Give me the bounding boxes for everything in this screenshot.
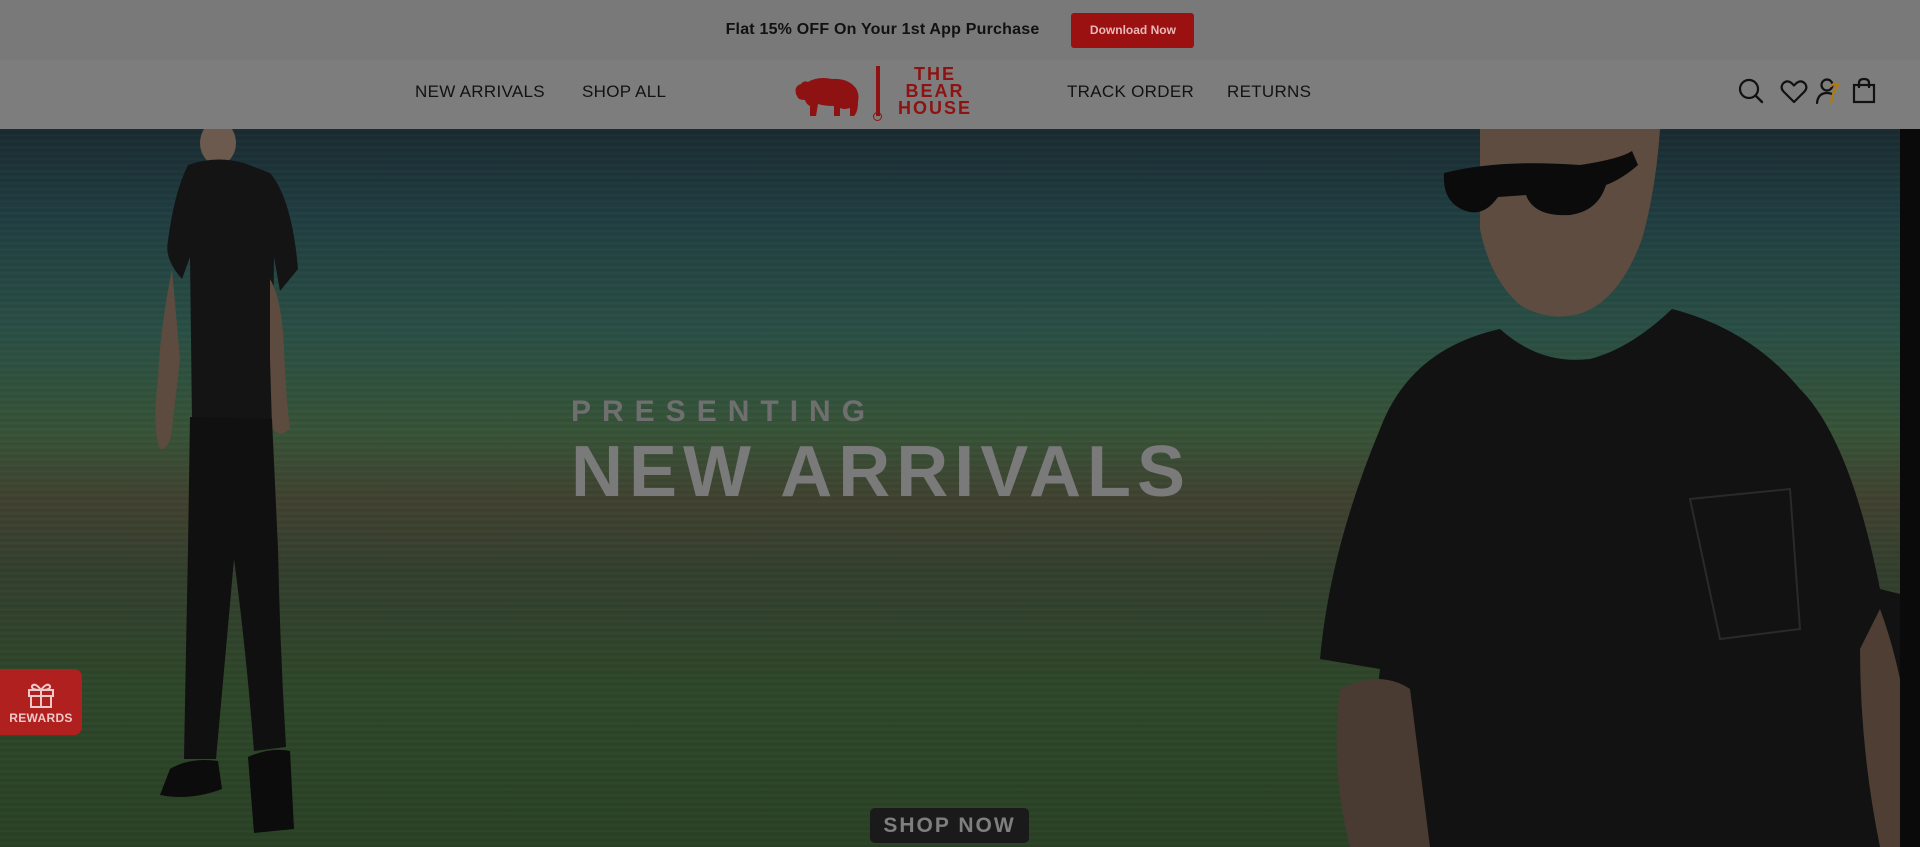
- hero-right-edge: [1900, 129, 1920, 847]
- hero-headline: NEW ARRIVALS: [571, 432, 1191, 512]
- rewards-widget[interactable]: REWARDS: [0, 669, 82, 735]
- nav-link-returns[interactable]: RETURNS: [1227, 82, 1311, 102]
- nav-link-shop-all[interactable]: SHOP ALL: [582, 82, 666, 102]
- download-now-button[interactable]: Download Now: [1071, 12, 1195, 48]
- logo-divider: [876, 66, 880, 116]
- nav-link-track-order[interactable]: TRACK ORDER: [1067, 82, 1194, 102]
- search-icon[interactable]: [1736, 76, 1766, 106]
- hero-kicker: PRESENTING: [571, 395, 877, 428]
- logo-wordmark: THE BEAR HOUSE: [892, 65, 978, 118]
- cart-bag-icon[interactable]: [1849, 76, 1879, 106]
- main-navigation: NEW ARRIVALS SHOP ALL THE BEAR HOUSE TRA…: [0, 60, 1920, 129]
- gift-icon: [28, 683, 54, 708]
- brand-logo[interactable]: THE BEAR HOUSE: [792, 62, 982, 122]
- bear-logo-icon: [795, 78, 859, 116]
- right-model-image: [1320, 129, 1920, 847]
- wishlist-heart-icon[interactable]: [1779, 76, 1809, 106]
- left-model-image: [155, 129, 298, 833]
- announcement-bar: Flat 15% OFF On Your 1st App Purchase Do…: [0, 0, 1920, 60]
- registered-mark: [873, 112, 882, 121]
- announcement-text: Flat 15% OFF On Your 1st App Purchase: [725, 21, 1040, 38]
- account-icon[interactable]: [1813, 76, 1843, 106]
- shop-now-button[interactable]: SHOP NOW: [870, 808, 1029, 843]
- rewards-label: REWARDS: [9, 710, 73, 725]
- nav-link-new-arrivals[interactable]: NEW ARRIVALS: [415, 82, 545, 102]
- logo-line-3: HOUSE: [897, 98, 972, 118]
- hero-banner[interactable]: PRESENTING NEW ARRIVALS SHOP NOW: [0, 129, 1920, 847]
